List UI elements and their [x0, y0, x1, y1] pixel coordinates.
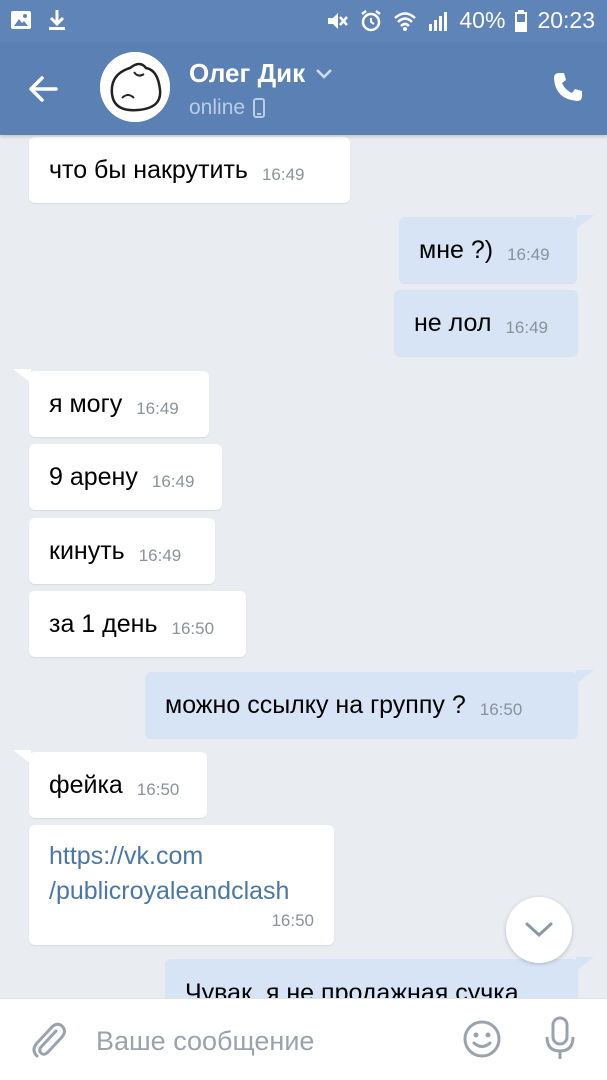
back-button[interactable] — [22, 68, 64, 110]
message-time: 16:50 — [136, 780, 180, 799]
message-outgoing[interactable]: не лол 16:49 — [394, 290, 578, 356]
message-input[interactable] — [96, 1021, 436, 1061]
message-text: можно ссылку на группу ? — [165, 690, 466, 719]
message-text: фейка — [49, 770, 123, 799]
bubble-tail — [576, 215, 594, 229]
message-text: не лол — [414, 308, 492, 337]
avatar[interactable] — [100, 52, 170, 122]
microphone-icon — [545, 1016, 575, 1059]
message-incoming[interactable]: 9 арену 16:49 — [29, 444, 222, 510]
scroll-down-button[interactable] — [506, 897, 572, 963]
message-time: 16:49 — [138, 546, 182, 565]
message-text: мне ?) — [419, 235, 494, 264]
chevron-down-icon — [525, 922, 553, 938]
emoji-button[interactable] — [462, 1019, 502, 1059]
smiley-icon — [463, 1020, 501, 1058]
message-outgoing[interactable]: мне ?) 16:49 — [399, 217, 577, 283]
status-bar: 40% 20:23 — [0, 0, 607, 42]
message-time: 16:49 — [151, 472, 195, 491]
message-outgoing[interactable]: Чувак, я не продажная сучка — [165, 959, 578, 998]
message-link-line-1[interactable]: https://vk.com — [49, 839, 203, 874]
battery-icon — [515, 9, 528, 32]
message-incoming[interactable]: кинуть 16:49 — [29, 518, 215, 584]
clock: 20:23 — [537, 7, 595, 33]
chat-header: Олег Дик online — [0, 42, 607, 135]
message-time: 16:50 — [171, 619, 215, 638]
mute-icon — [325, 9, 349, 33]
back-arrow-icon — [29, 76, 58, 102]
message-time: 16:49 — [507, 245, 550, 264]
message-outgoing[interactable]: можно ссылку на группу ? 16:50 — [145, 672, 578, 738]
message-time: 16:49 — [136, 399, 179, 418]
message-link-line-2[interactable]: /publicroyaleandclash — [49, 874, 289, 909]
download-icon — [46, 8, 68, 32]
signal-icon — [427, 10, 449, 32]
message-time: 16:50 — [479, 700, 523, 719]
message-incoming[interactable]: за 1 день 16:50 — [29, 591, 246, 657]
message-incoming[interactable]: фейка 16:50 — [29, 752, 207, 818]
mobile-icon — [253, 98, 266, 118]
chevron-down-icon — [316, 68, 332, 79]
alarm-icon — [359, 9, 383, 33]
message-text: за 1 день — [49, 609, 158, 638]
voice-message-button[interactable] — [542, 1015, 578, 1061]
call-button[interactable] — [551, 70, 585, 104]
message-time: 16:50 — [271, 911, 314, 930]
attach-button[interactable] — [28, 1019, 68, 1059]
message-incoming[interactable]: я могу 16:49 — [29, 371, 209, 437]
message-list[interactable]: что бы накрутить 16:49 мне ?) 16:49 не л… — [0, 135, 607, 998]
contact-status-row: online — [189, 96, 266, 120]
status-bar-right: 40% 20:23 — [325, 7, 595, 34]
battery-percent: 40% — [459, 7, 506, 33]
bubble-tail — [576, 670, 594, 684]
message-text: я могу — [49, 389, 123, 418]
message-text: 9 арену — [49, 462, 138, 491]
message-time: 16:49 — [261, 165, 305, 184]
message-text: что бы накрутить — [49, 155, 248, 184]
contact-status: online — [189, 96, 246, 119]
message-text: кинуть — [49, 536, 125, 565]
bubble-tail — [576, 957, 594, 971]
wifi-icon — [393, 10, 417, 32]
message-text: Чувак, я не продажная сучка — [185, 979, 519, 998]
message-incoming[interactable]: что бы накрутить 16:49 — [29, 137, 350, 203]
contact-name-row[interactable]: Олег Дик — [189, 58, 333, 89]
message-time: 16:49 — [505, 318, 549, 337]
contact-name: Олег Дик — [189, 58, 306, 88]
phone-icon — [554, 73, 582, 101]
avatar-image — [100, 52, 170, 122]
status-bar-left — [10, 8, 68, 32]
image-icon — [10, 9, 32, 31]
message-input-bar — [0, 998, 607, 1080]
message-incoming-link[interactable]: https://vk.com /publicroyaleandclash 16:… — [29, 825, 334, 945]
paperclip-icon — [32, 1022, 66, 1058]
